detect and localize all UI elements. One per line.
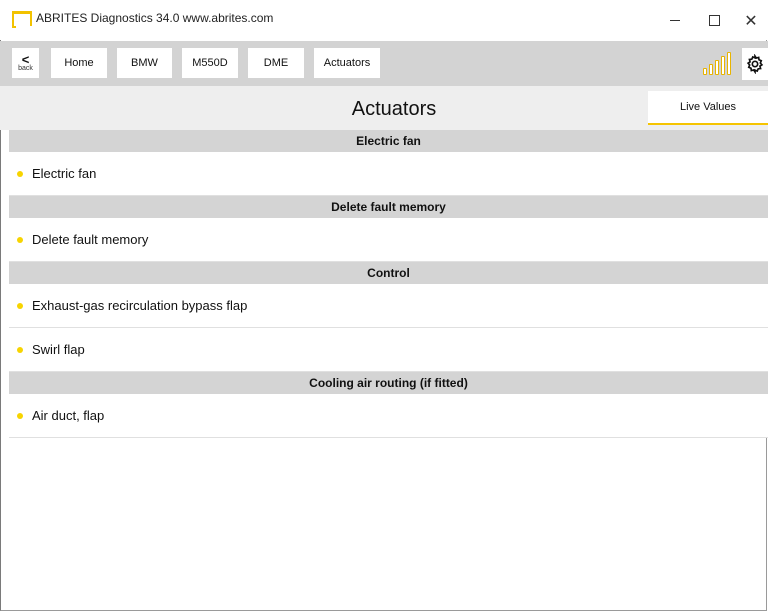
bullet-dot-icon [17,302,23,309]
section-header: Electric fan [9,130,768,152]
maximize-button[interactable] [691,0,737,40]
close-icon: ✕ [744,10,758,30]
page-header: Actuators Live Values [0,86,768,130]
section-header: Delete fault memory [9,196,768,218]
minimize-icon [670,19,680,21]
settings-button[interactable] [742,48,768,80]
breadcrumb-dme[interactable]: DME [248,48,304,78]
list-item-label: Air duct, flap [32,408,105,423]
signal-bar [709,64,713,75]
breadcrumb-model[interactable]: M550D [182,48,238,78]
section-header: Control [9,262,768,284]
list-item-label: Exhaust-gas recirculation bypass flap [32,298,248,313]
list-item[interactable]: Electric fan [9,152,768,196]
signal-bar [721,56,725,75]
list-item[interactable]: Exhaust-gas recirculation bypass flap [9,284,768,328]
gear-icon [746,54,764,74]
signal-bar [703,68,707,75]
back-button[interactable]: < back [12,48,39,78]
breadcrumb-home[interactable]: Home [51,48,107,78]
breadcrumb-bar: < back Home BMW M550D DME Actuators [0,41,768,86]
signal-bar [727,52,731,75]
list-item-label: Electric fan [32,166,97,181]
signal-strength-icon[interactable] [700,50,738,78]
maximize-icon [708,14,720,26]
title-bar: ABRITES Diagnostics 34.0 www.abrites.com… [0,0,768,40]
bullet-dot-icon [17,412,23,419]
list-item-label: Delete fault memory [32,232,149,247]
live-values-button[interactable]: Live Values [648,91,768,125]
back-label: back [18,64,33,72]
actuator-list: Electric fan Electric fan Delete fault m… [9,130,768,438]
chevron-left-icon: < [21,51,30,67]
bullet-dot-icon [17,170,23,177]
window-title: ABRITES Diagnostics 34.0 www.abrites.com [36,11,274,25]
list-item[interactable]: Swirl flap [9,328,768,372]
bullet-dot-icon [17,236,23,243]
signal-bar [715,60,719,75]
bullet-dot-icon [17,346,23,353]
list-item[interactable]: Air duct, flap [9,394,768,438]
breadcrumb-bmw[interactable]: BMW [117,48,172,78]
section-header: Cooling air routing (if fitted) [9,372,768,394]
close-button[interactable]: ✕ [734,0,768,40]
list-item-label: Swirl flap [32,342,85,357]
abrites-logo-icon [12,11,32,28]
list-item[interactable]: Delete fault memory [9,218,768,262]
breadcrumb-actuators[interactable]: Actuators [314,48,380,78]
